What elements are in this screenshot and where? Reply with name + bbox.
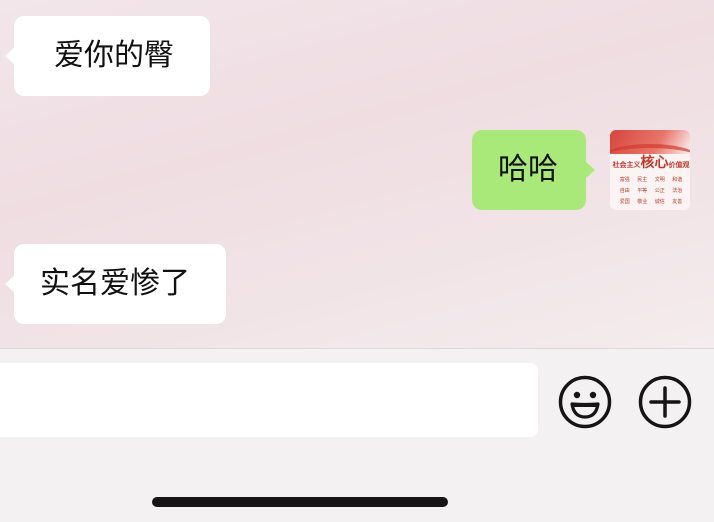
avatar-value: 民主 — [637, 177, 648, 183]
bubble-tail — [5, 275, 15, 293]
avatar-value: 自由 — [619, 188, 630, 194]
chat-screen: 爱你的臀 哈哈 社会主义核心价值观 富强 民主 文明 和谐 自由 平等 公正 法… — [0, 0, 714, 522]
avatar-value: 诚信 — [654, 199, 665, 205]
emoji-smile-icon — [558, 375, 612, 429]
avatar-value: 爱国 — [619, 199, 630, 205]
avatar-title: 社会主义核心价值观 — [612, 152, 690, 172]
avatar-value: 公正 — [654, 188, 665, 194]
bubble-tail — [5, 47, 15, 65]
avatar-title-prefix: 社会主义 — [612, 161, 641, 169]
avatar-value: 平等 — [637, 188, 648, 194]
avatar-values-grid: 富强 民主 文明 和谐 自由 平等 公正 法治 爱国 敬业 诚信 友善 — [616, 176, 686, 205]
input-bar — [0, 348, 714, 522]
emoji-button[interactable] — [558, 375, 612, 429]
message-input[interactable] — [0, 363, 538, 437]
avatar-value: 法治 — [672, 188, 683, 194]
avatar-title-big: 核心 — [640, 155, 669, 171]
incoming-message-bubble[interactable]: 实名爱惨了 — [5, 244, 226, 324]
avatar-title-suffix: 价值观 — [668, 161, 690, 169]
avatar-value: 敬业 — [637, 199, 648, 205]
plus-circle-icon — [638, 375, 692, 429]
avatar-value: 友善 — [672, 199, 683, 205]
avatar-value: 和谐 — [672, 177, 683, 183]
message-list[interactable]: 爱你的臀 哈哈 社会主义核心价值观 富强 民主 文明 和谐 自由 平等 公正 法… — [0, 0, 714, 348]
more-options-button[interactable] — [638, 375, 692, 429]
message-text: 爱你的臀 — [54, 38, 174, 73]
avatar-value: 富强 — [619, 177, 630, 183]
incoming-message-bubble[interactable]: 爱你的臀 — [5, 16, 210, 96]
avatar-value: 文明 — [654, 177, 665, 183]
message-text: 哈哈 — [498, 152, 558, 187]
home-indicator[interactable] — [152, 497, 448, 507]
message-text: 实名爱惨了 — [40, 266, 190, 301]
outgoing-message-bubble[interactable]: 哈哈 — [472, 130, 595, 210]
my-avatar[interactable]: 社会主义核心价值观 富强 民主 文明 和谐 自由 平等 公正 法治 爱国 敬业 … — [610, 130, 690, 210]
bubble-tail — [585, 161, 595, 179]
